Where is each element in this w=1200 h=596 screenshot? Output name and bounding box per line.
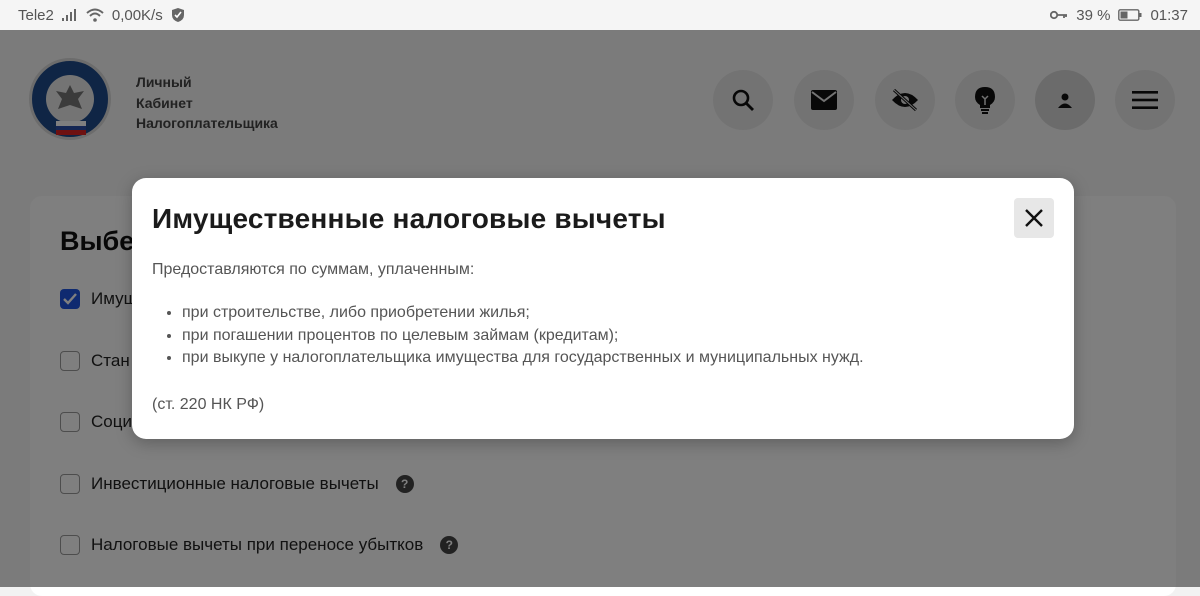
modal-list: при строительстве, либо приобретении жил… xyxy=(152,302,864,370)
carrier-name: Tele2 xyxy=(18,6,54,24)
list-item: при выкупе у налогоплательщика имущества… xyxy=(182,347,864,370)
status-bar: Tele2 0,00K/s 39 % 01:37 xyxy=(0,0,1200,30)
shield-icon xyxy=(171,7,185,23)
status-right: 39 % 01:37 xyxy=(1050,7,1188,24)
list-item: при погашении процентов по целевым займа… xyxy=(182,325,864,348)
list-item: при строительстве, либо приобретении жил… xyxy=(182,302,864,325)
close-icon xyxy=(1025,209,1043,227)
modal-footnote: (ст. 220 НК РФ) xyxy=(152,396,265,413)
close-button[interactable] xyxy=(1014,198,1054,238)
wifi-icon xyxy=(86,8,104,22)
battery-percent: 39 % xyxy=(1076,6,1111,24)
clock: 01:37 xyxy=(1150,6,1188,24)
info-modal: Имущественные налоговые вычеты Предостав… xyxy=(132,178,1074,439)
network-speed: 0,00K/s xyxy=(111,6,163,24)
modal-title: Имущественные налоговые вычеты xyxy=(152,203,666,234)
status-left: Tele2 0,00K/s xyxy=(18,7,185,24)
modal-intro: Предоставляются по суммам, уплаченным: xyxy=(152,261,475,278)
key-icon xyxy=(1050,10,1068,20)
battery-icon xyxy=(1118,9,1142,21)
signal-icon xyxy=(61,9,78,21)
